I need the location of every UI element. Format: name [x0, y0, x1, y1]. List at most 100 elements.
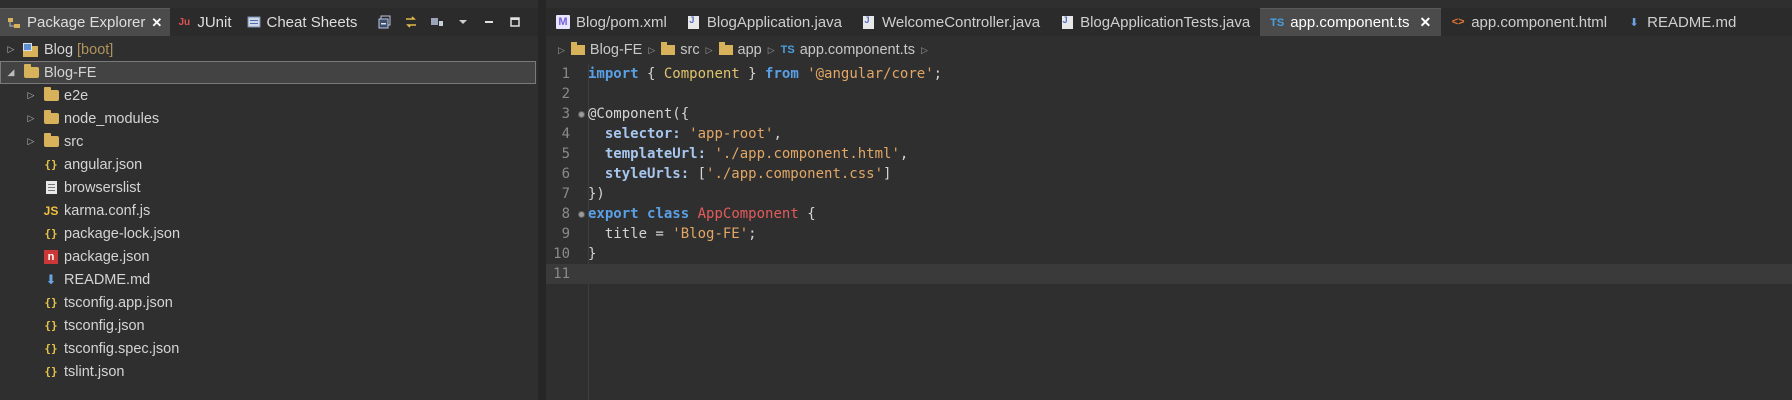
- line-number: 10: [553, 246, 570, 262]
- tree-item-label: tslint.json: [64, 363, 125, 380]
- minimize-icon[interactable]: [480, 13, 498, 31]
- breadcrumb-item-blog-fe[interactable]: ▷ Blog-FE: [552, 42, 642, 58]
- cheat-sheets-icon: [246, 14, 262, 30]
- code-token: from: [765, 66, 799, 82]
- breadcrumb-item-app-component-ts[interactable]: ▷ TS app.component.ts ▷: [762, 42, 934, 58]
- fold-gutter: [576, 84, 586, 104]
- code-line[interactable]: 8 export class AppComponent {: [546, 204, 1792, 224]
- line-number: 9: [561, 226, 570, 242]
- tab-package-explorer[interactable]: Package Explorer ✕: [0, 8, 171, 36]
- markdown-icon: ⬇: [1629, 16, 1639, 29]
- code-token: ,: [773, 126, 782, 142]
- chevron-right-icon[interactable]: ▷: [25, 136, 37, 148]
- tree-item-blog-fe[interactable]: ◢ Blog-FE: [0, 61, 536, 84]
- maximize-icon[interactable]: [506, 13, 524, 31]
- tree-item-label: README.md: [64, 271, 151, 288]
- tree-item-tsconfig-spec-json[interactable]: {} tsconfig.spec.json: [0, 337, 536, 360]
- tree-item-label: tsconfig.app.json: [64, 294, 173, 311]
- editor-tab-bar: M Blog/pom.xml BlogApplication.java Welc…: [546, 8, 1792, 36]
- code-token: title =: [588, 226, 673, 242]
- chevron-right-icon[interactable]: ▷: [5, 44, 17, 56]
- code-text: styleUrls: ['./app.component.css']: [586, 166, 892, 182]
- package-explorer-panel: Package Explorer ✕ Ju JUnit Cheat Sheets: [0, 0, 538, 400]
- tree-item-package-json[interactable]: n package.json: [0, 245, 536, 268]
- code-line[interactable]: 3 @Component({: [546, 104, 1792, 124]
- tree-item-karma-conf-js[interactable]: JS karma.conf.js: [0, 199, 536, 222]
- code-text: }): [586, 186, 605, 202]
- code-line[interactable]: 10}: [546, 244, 1792, 264]
- code-text: import { Component } from '@angular/core…: [586, 66, 942, 82]
- tab-readme-md[interactable]: ⬇ README.md: [1617, 8, 1746, 36]
- tree-item-node-modules[interactable]: ▷ node_modules: [0, 107, 536, 130]
- tree-item-tsconfig-json[interactable]: {} tsconfig.json: [0, 314, 536, 337]
- code-line[interactable]: 1 import { Component } from '@angular/cor…: [546, 64, 1792, 84]
- chevron-right-icon: ▷: [920, 44, 928, 55]
- code-editor[interactable]: 1 import { Component } from '@angular/cor…: [546, 64, 1792, 400]
- view-toolbar: [376, 8, 524, 36]
- view-menu-icon[interactable]: [428, 13, 446, 31]
- panel-splitter[interactable]: [538, 0, 546, 400]
- chevron-right-icon[interactable]: ▷: [25, 90, 37, 102]
- code-token: '@angular/core': [807, 66, 934, 82]
- chevron-right-icon[interactable]: ▷: [25, 113, 37, 125]
- tree-item-browserslist[interactable]: browserslist: [0, 176, 536, 199]
- code-line[interactable]: 11: [546, 264, 1792, 284]
- tab-app-component-ts[interactable]: TS app.component.ts ✕: [1260, 8, 1442, 36]
- code-line[interactable]: 9 title = 'Blog-FE';: [546, 224, 1792, 244]
- tab-blog-application-tests-java[interactable]: BlogApplicationTests.java: [1050, 8, 1260, 36]
- code-line[interactable]: 2: [546, 84, 1792, 104]
- code-token: ]: [883, 166, 892, 182]
- tree-item-tslint-json[interactable]: {} tslint.json: [0, 360, 536, 383]
- java-file-icon: [687, 15, 701, 29]
- line-number: 6: [561, 166, 570, 182]
- fold-toggle-icon[interactable]: [576, 104, 586, 124]
- npm-icon: n: [43, 249, 59, 265]
- breadcrumb-item-app[interactable]: ▷ app: [700, 42, 762, 58]
- close-icon[interactable]: ✕: [1419, 14, 1431, 31]
- tab-junit[interactable]: Ju JUnit: [170, 8, 239, 36]
- json-icon: {}: [44, 158, 58, 171]
- tree-item-package-lock-json[interactable]: {} package-lock.json: [0, 222, 536, 245]
- tab-pom-xml[interactable]: M Blog/pom.xml: [546, 8, 677, 36]
- breadcrumb-label: Blog-FE: [589, 42, 643, 58]
- folder-icon: [718, 42, 733, 55]
- tree-item-label: Blog: [44, 41, 74, 58]
- folder-icon: [43, 87, 59, 104]
- tree-item-blog[interactable]: ▷ Blog [boot]: [0, 38, 536, 61]
- chevron-down-icon[interactable]: [454, 13, 472, 31]
- code-line[interactable]: 6 styleUrls: ['./app.component.css']: [546, 164, 1792, 184]
- code-line[interactable]: 7}): [546, 184, 1792, 204]
- fold-gutter: [576, 224, 586, 244]
- tree-item-angular-json[interactable]: {} angular.json: [0, 153, 536, 176]
- link-with-editor-icon[interactable]: [402, 13, 420, 31]
- tree-item-src[interactable]: ▷ src: [0, 130, 536, 153]
- breadcrumb-item-src[interactable]: ▷ src: [642, 42, 700, 58]
- tree-item-readme-md[interactable]: ⬇ README.md: [0, 268, 536, 291]
- code-line[interactable]: 5 templateUrl: './app.component.html',: [546, 144, 1792, 164]
- tab-blog-application-java[interactable]: BlogApplication.java: [677, 8, 852, 36]
- folder-open-icon: [23, 64, 39, 81]
- code-text: export class AppComponent {: [586, 206, 816, 222]
- tab-welcome-controller-java[interactable]: WelcomeController.java: [852, 8, 1050, 36]
- fold-gutter: [576, 264, 586, 284]
- tree-item-e2e[interactable]: ▷ e2e: [0, 84, 536, 107]
- code-line[interactable]: 4 selector: 'app-root',: [546, 124, 1792, 144]
- tab-label: Cheat Sheets: [266, 13, 358, 31]
- java-file-icon: [862, 15, 876, 29]
- chevron-down-icon[interactable]: ◢: [5, 67, 17, 79]
- tab-cheat-sheets[interactable]: Cheat Sheets: [240, 8, 366, 36]
- fold-toggle-icon[interactable]: [576, 204, 586, 224]
- tab-app-component-html[interactable]: <> app.component.html: [1441, 8, 1617, 36]
- code-token: ;: [748, 226, 757, 242]
- code-token: export: [588, 206, 639, 222]
- code-token: }: [588, 246, 597, 262]
- tree-item-tsconfig-app-json[interactable]: {} tsconfig.app.json: [0, 291, 536, 314]
- collapse-all-icon[interactable]: [376, 13, 394, 31]
- fold-gutter: [576, 184, 586, 204]
- close-icon[interactable]: ✕: [151, 15, 162, 31]
- json-icon: {}: [44, 227, 58, 240]
- code-text: templateUrl: './app.component.html',: [586, 146, 908, 162]
- maven-icon: M: [556, 15, 570, 29]
